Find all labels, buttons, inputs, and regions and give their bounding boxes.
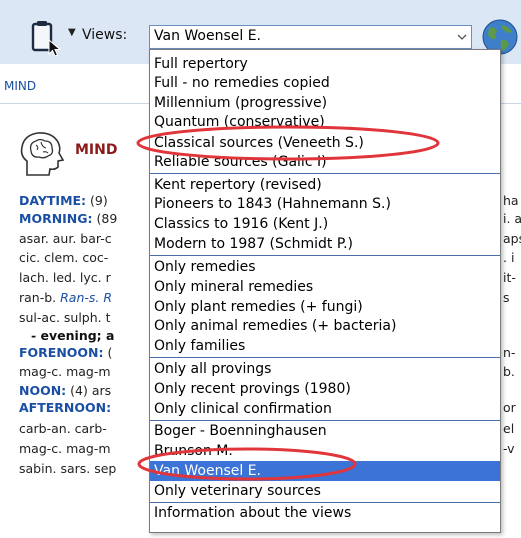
remedy[interactable]: Ran-s. R: [60, 290, 112, 305]
rubric-line: NOON: (4) ars: [19, 382, 111, 400]
subrubric-label: - evening; a: [31, 328, 115, 343]
views-select[interactable]: Van Woensel E.: [149, 25, 472, 49]
remedy-line: asar. aur. bar-c: [19, 231, 112, 246]
tab-mind[interactable]: MIND: [4, 79, 36, 93]
view-option-modern-to-1987[interactable]: Modern to 1987 (Schmidt P.): [154, 234, 496, 254]
view-option-only-veterinary[interactable]: Only veterinary sources: [154, 481, 496, 501]
rubric-count: (4) ars: [70, 383, 112, 398]
view-option-only-all-provings[interactable]: Only all provings: [154, 359, 496, 379]
remedy[interactable]: ran-b.: [19, 290, 56, 305]
rubric-line: DAYTIME: (9): [19, 192, 108, 210]
right-text-fragment: or: [503, 400, 516, 415]
remedy-line: mag-c. mag-m: [19, 441, 111, 456]
view-option-only-clinical[interactable]: Only clinical confirmation: [154, 399, 496, 419]
right-text-fragment: it-: [503, 270, 516, 285]
remedy-line: carb-an. carb-: [19, 421, 107, 436]
remedy-line: ran-b. Ran-s. R: [19, 289, 112, 307]
remedy-line: sul-ac. sulph. t: [19, 310, 111, 325]
separator: [150, 173, 500, 174]
view-option-only-families[interactable]: Only families: [154, 336, 496, 356]
view-option-reliable-sources[interactable]: Reliable sources (Galic I): [154, 152, 496, 172]
rubric-afternoon[interactable]: AFTERNOON:: [19, 400, 111, 415]
chapter-title: MIND: [75, 142, 118, 158]
remedy-line: lach. led. lyc. r: [19, 270, 111, 285]
view-option-only-recent-provings[interactable]: Only recent provings (1980): [154, 379, 496, 399]
view-option-brunson[interactable]: Brunson M.: [154, 441, 496, 461]
separator: [150, 255, 500, 256]
clipboard-dropdown-arrow-icon[interactable]: ▼: [68, 27, 76, 38]
right-text-fragment: aps: [503, 231, 521, 246]
view-option-only-animal[interactable]: Only animal remedies (+ bacteria): [154, 316, 496, 336]
view-option-only-remedies[interactable]: Only remedies: [154, 257, 496, 277]
right-text-fragment: n-: [503, 345, 516, 360]
view-option-pioneers-to-1843[interactable]: Pioneers to 1843 (Hahnemann S.): [154, 194, 496, 214]
right-text-fragment: -v: [503, 441, 515, 456]
view-option-boger[interactable]: Boger - Boenninghausen: [154, 421, 496, 441]
rubric-line: AFTERNOON:: [19, 399, 111, 417]
rubric-daytime[interactable]: DAYTIME:: [19, 193, 86, 208]
right-text-fragment: i. a: [503, 211, 521, 226]
view-option-only-plant[interactable]: Only plant remedies (+ fungi): [154, 297, 496, 317]
view-option-van-woensel[interactable]: Van Woensel E.: [150, 461, 500, 481]
view-option-quantum[interactable]: Quantum (conservative): [154, 112, 496, 132]
right-text-fragment: b.: [503, 364, 515, 379]
view-option-classical-sources[interactable]: Classical sources (Veneeth S.): [154, 133, 496, 153]
view-option-only-mineral[interactable]: Only mineral remedies: [154, 277, 496, 297]
chevron-down-icon: [457, 34, 467, 40]
rubric-count: (9): [90, 193, 108, 208]
right-text-fragment: ha: [503, 193, 519, 208]
views-label: Views:: [82, 27, 128, 43]
brain-icon: [20, 132, 65, 176]
view-option-classics-to-1916[interactable]: Classics to 1916 (Kent J.): [154, 214, 496, 234]
view-option-info-about-views[interactable]: Information about the views: [154, 503, 496, 523]
rubric-forenoon[interactable]: FORENOON:: [19, 345, 104, 360]
right-text-fragment: . i: [503, 250, 515, 265]
rubric-line: MORNING: (89: [19, 210, 117, 228]
views-select-value: Van Woensel E.: [154, 28, 262, 44]
view-option-kent-repertory[interactable]: Kent repertory (revised): [154, 175, 496, 195]
remedy-line: mag-c. mag-m: [19, 364, 111, 379]
view-option-millennium[interactable]: Millennium (progressive): [154, 93, 496, 113]
rubric-count: (: [107, 345, 113, 360]
subrubric-evening[interactable]: - evening; a: [31, 327, 114, 345]
rubric-morning[interactable]: MORNING:: [19, 211, 93, 226]
right-text-fragment: s: [503, 290, 510, 305]
separator: [150, 357, 500, 358]
rubric-line: FORENOON: (: [19, 344, 112, 362]
right-text-fragment: el: [503, 421, 515, 436]
rubric-count: (89: [96, 211, 118, 226]
remedy-line: sabin. sars. sep: [19, 461, 117, 476]
view-option-full-repertory[interactable]: Full repertory: [154, 54, 496, 74]
view-option-full-no-remedies-copied[interactable]: Full - no remedies copied: [154, 73, 496, 93]
views-dropdown-list: Full repertory Full - no remedies copied…: [149, 49, 501, 533]
remedy-line: cic. clem. coc-: [19, 250, 109, 265]
clipboard-cursor-icon[interactable]: [27, 18, 67, 58]
rubric-noon[interactable]: NOON:: [19, 383, 66, 398]
